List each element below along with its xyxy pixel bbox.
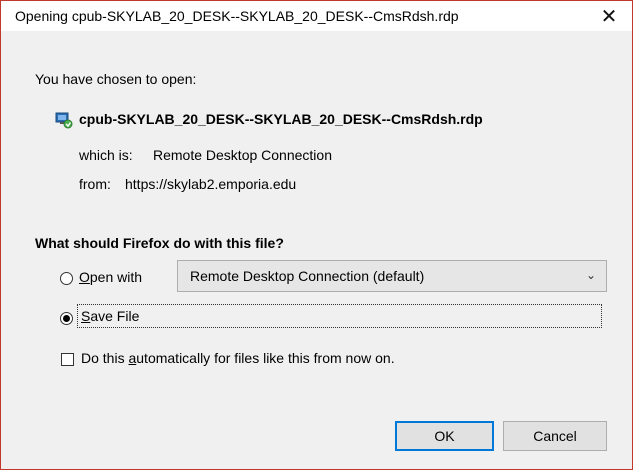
auto-checkbox-label[interactable]: Do this automatically for files like thi… [81, 350, 395, 366]
which-is-label: which is: [79, 147, 133, 163]
open-with-radio[interactable] [60, 272, 73, 285]
close-button[interactable]: ✕ [586, 1, 632, 31]
auto-checkbox[interactable] [61, 353, 74, 366]
file-name: cpub-SKYLAB_20_DESK--SKYLAB_20_DESK--Cms… [79, 111, 483, 127]
window-title: Opening cpub-SKYLAB_20_DESK--SKYLAB_20_D… [15, 8, 459, 24]
remote-desktop-file-icon [55, 112, 73, 129]
intro-text: You have chosen to open: [35, 71, 197, 87]
chevron-down-icon: ⌄ [585, 268, 596, 282]
file-type-value: Remote Desktop Connection [153, 147, 332, 163]
ok-button[interactable]: OK [395, 421, 494, 451]
from-label: from: [79, 176, 111, 192]
open-with-app-value: Remote Desktop Connection (default) [190, 268, 425, 284]
title-bar: Opening cpub-SKYLAB_20_DESK--SKYLAB_20_D… [1, 1, 632, 31]
cancel-button[interactable]: Cancel [503, 421, 607, 451]
save-file-focus-rect [77, 304, 602, 328]
open-with-app-select[interactable]: Remote Desktop Connection (default) ⌄ [177, 260, 607, 292]
source-url-value: https://skylab2.emporia.edu [125, 176, 297, 192]
save-file-label[interactable]: Save File [81, 308, 139, 324]
dialog-content: You have chosen to open: cpub-SKYLAB_20_… [1, 31, 632, 469]
close-icon: ✕ [600, 5, 618, 28]
dialog-window: Opening cpub-SKYLAB_20_DESK--SKYLAB_20_D… [0, 0, 633, 470]
save-file-radio[interactable] [60, 312, 73, 325]
action-question: What should Firefox do with this file? [35, 235, 284, 251]
open-with-label[interactable]: Open with [79, 269, 142, 285]
